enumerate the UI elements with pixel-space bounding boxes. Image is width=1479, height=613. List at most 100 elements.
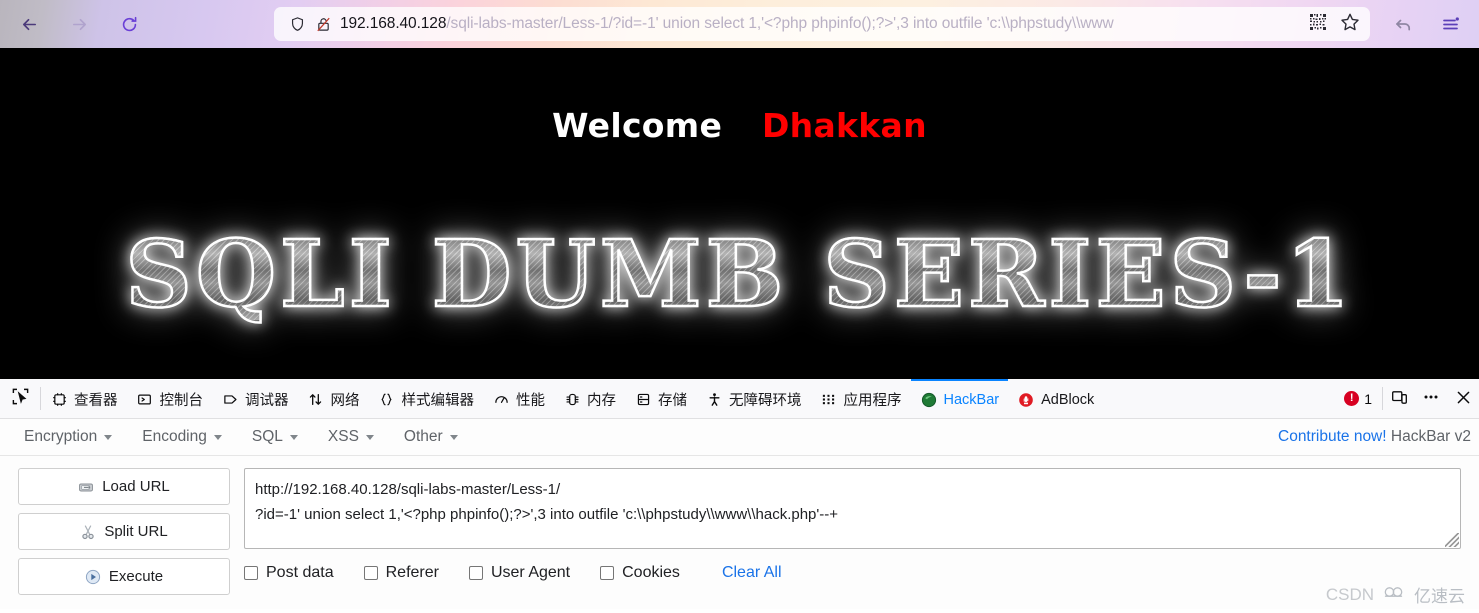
storage-icon [634,392,652,407]
qr-code-button[interactable] [1302,9,1334,39]
inspector-icon [50,392,68,407]
checkbox-post-data[interactable]: Post data [244,564,334,582]
tab-hackbar[interactable]: HackBar [910,379,1009,418]
checkbox-referer[interactable]: Referer [363,564,439,582]
forward-arrow-icon [70,15,89,34]
chevron-down-icon [213,434,222,440]
responsive-design-mode-button[interactable] [1383,379,1415,419]
checkbox-box[interactable] [468,566,483,580]
toolbar-right-actions [1381,7,1473,41]
broken-lock-icon[interactable] [310,16,336,33]
split-url-button[interactable]: Split URL [18,513,230,550]
memory-icon [563,392,581,407]
bookmark-button[interactable] [1334,9,1366,39]
tab-style-editor[interactable]: 样式编辑器 [369,379,484,418]
tab-label: 控制台 [159,393,204,409]
console-icon [136,392,154,407]
textarea-resize-handle[interactable] [1445,533,1459,547]
tab-network[interactable]: 网络 [298,379,369,418]
hackbar-body: Load URL Split URL Execute http://192.16… [0,456,1479,609]
style-editor-icon [378,392,396,407]
back-button[interactable] [12,7,46,41]
qr-code-icon [1309,13,1327,36]
responsive-design-mode-icon [1391,389,1408,410]
tab-adblock[interactable]: AdBlock [1008,379,1103,418]
sqli-dumb-series-banner: SQLI DUMB SERIES-1 [0,227,1479,321]
tab-inspector[interactable]: 查看器 [41,379,127,418]
chevron-down-icon [104,434,113,440]
hackbar-branding: Contribute now! HackBar v2 [1278,428,1471,446]
tab-label: 应用程序 [843,393,902,409]
url-textarea[interactable]: http://192.168.40.128/sqli-labs-master/L… [244,468,1461,549]
browser-toolbar: 192.168.40.128/sqli-labs-master/Less-1/?… [0,0,1479,48]
devtools-options-button[interactable] [1415,379,1447,419]
button-label: Load URL [102,478,170,495]
close-icon [1455,389,1472,410]
execute-button[interactable]: Execute [18,558,230,595]
error-count-badge[interactable]: ! 1 [1334,379,1382,418]
devtools-panel: 查看器 控制台 调试器 网络 样式编辑器 性能 内存 存储 无障碍环境 应用程序… [0,378,1479,609]
hackbar-options-row: Post data Referer User Agent Cookies Cle… [244,564,1461,582]
checkbox-box[interactable] [363,566,378,580]
chevron-down-icon [449,434,458,440]
url-path: /sqli-labs-master/Less-1/?id=-1' union s… [446,15,1114,32]
tab-label: 无障碍环境 [729,393,802,409]
tab-memory[interactable]: 内存 [554,379,625,418]
tab-label: AdBlock [1041,391,1095,408]
clear-all-link[interactable]: Clear All [722,564,782,582]
menu-label: XSS [327,428,359,445]
menu-xss[interactable]: XSS [328,428,374,446]
menu-encoding[interactable]: Encoding [142,428,222,446]
checkbox-box[interactable] [600,566,615,580]
load-url-button[interactable]: Load URL [18,468,230,505]
history-button[interactable] [1387,7,1421,41]
devtools-close-button[interactable] [1447,379,1479,419]
reload-icon [120,15,139,34]
tab-label: 网络 [330,393,360,409]
chevron-down-icon [289,434,298,440]
menu-other[interactable]: Other [404,428,458,446]
tab-label: 样式编辑器 [401,393,475,409]
hackbar-version-label: HackBar v2 [1390,428,1471,445]
shield-icon[interactable] [284,16,310,33]
app-menu-button[interactable] [1433,7,1467,41]
error-count-label: 1 [1364,390,1372,407]
contribute-link[interactable]: Contribute now! [1278,428,1387,445]
tab-accessibility[interactable]: 无障碍环境 [696,379,811,418]
tabbar-spacer [1103,379,1334,418]
element-picker-button[interactable] [0,379,40,418]
checkbox-user-agent[interactable]: User Agent [468,564,570,582]
forward-button[interactable] [62,7,96,41]
button-label: Split URL [104,523,168,540]
url-bar[interactable]: 192.168.40.128/sqli-labs-master/Less-1/?… [274,7,1370,41]
menu-encryption[interactable]: Encryption [24,428,113,446]
url-host: 192.168.40.128 [340,15,447,32]
checkbox-label: Post data [266,564,334,581]
checkbox-label: Cookies [622,564,680,581]
tab-label: HackBar [943,391,1000,408]
back-arrow-icon [20,15,39,34]
checkbox-label: Referer [385,564,439,581]
error-icon: ! [1344,391,1360,406]
user-name-text: Dhakkan [761,106,927,145]
back-arrow-icon [1394,14,1414,34]
scissors-icon [80,524,96,540]
tab-performance[interactable]: 性能 [483,379,554,418]
tab-debugger[interactable]: 调试器 [212,379,298,418]
menu-sql[interactable]: SQL [252,428,298,446]
tab-storage[interactable]: 存储 [625,379,696,418]
tab-application[interactable]: 应用程序 [811,379,911,418]
checkbox-box[interactable] [244,566,258,580]
hackbar-action-buttons: Load URL Split URL Execute [18,468,230,609]
reload-button[interactable] [112,7,146,41]
url-text[interactable]: 192.168.40.128/sqli-labs-master/Less-1/?… [340,15,1302,33]
application-icon [820,392,838,407]
tab-label: 内存 [587,393,616,409]
devtools-tabbar: 查看器 控制台 调试器 网络 样式编辑器 性能 内存 存储 无障碍环境 应用程序… [0,379,1479,419]
checkbox-cookies[interactable]: Cookies [600,564,680,582]
performance-icon [492,392,510,407]
hackbar-url-section: http://192.168.40.128/sqli-labs-master/L… [244,468,1461,609]
tab-label: 调试器 [245,393,289,409]
tab-console[interactable]: 控制台 [127,379,213,418]
tab-label: 存储 [658,393,687,409]
